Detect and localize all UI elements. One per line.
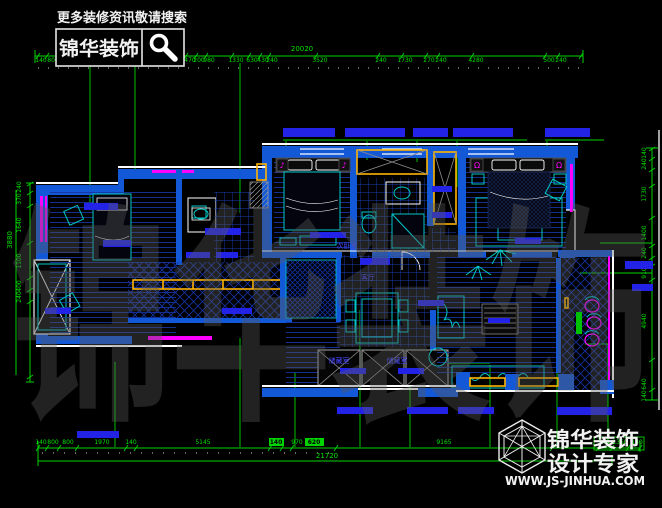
lamp-symbol-icon: Ω — [556, 161, 562, 170]
svg-text:630: 630 — [246, 57, 258, 64]
website-url: WWW.JS-JINHUA.COM — [505, 474, 645, 488]
svg-text:1730: 1730 — [397, 57, 412, 64]
lamp-symbol-icon: Ω — [474, 161, 480, 170]
svg-text:270: 270 — [423, 57, 435, 64]
svg-text:140: 140 — [35, 57, 47, 64]
svg-text:1330: 1330 — [228, 57, 243, 64]
top-left-logo: 更多装修资讯敬请搜索 锦华装饰 — [56, 10, 187, 66]
bottom-brand-name: 锦华装饰 — [547, 428, 639, 452]
top-slogan: 更多装修资讯敬请搜索 — [57, 10, 187, 26]
svg-text:500: 500 — [543, 57, 555, 64]
bottom-tagline: 设计专家 — [547, 452, 640, 476]
cad-floor-plan-canvas: 20020 140 800 2570 2400 1250 470 200 980… — [0, 0, 662, 508]
speaker-symbol-icon: ♪ — [279, 161, 284, 170]
watermark-text: 锦华装饰 — [11, 188, 651, 455]
svg-text:240: 240 — [641, 158, 648, 170]
svg-text:240: 240 — [555, 57, 567, 64]
speaker-symbol-icon: ♪ — [341, 161, 346, 170]
svg-text:980: 980 — [203, 57, 215, 64]
svg-text:4280: 4280 — [468, 57, 483, 64]
svg-text:3520: 3520 — [312, 57, 327, 64]
floor-plan-drawing: 20020 140 800 2570 2400 1250 470 200 980… — [0, 0, 662, 508]
svg-text:240: 240 — [435, 57, 447, 64]
svg-text:240: 240 — [375, 57, 387, 64]
top-brand-name: 锦华装饰 — [59, 37, 139, 60]
svg-text:240: 240 — [266, 57, 278, 64]
dim-top-total: 20020 — [291, 45, 313, 53]
svg-text:140: 140 — [641, 147, 648, 159]
